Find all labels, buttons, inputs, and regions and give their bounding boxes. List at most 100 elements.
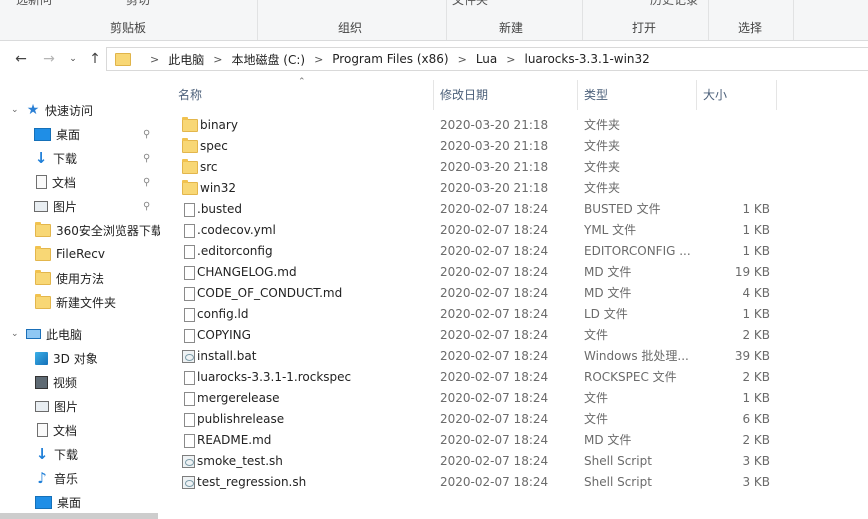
nav-item-music[interactable]: ♪ 音乐 xyxy=(0,467,160,489)
file-row[interactable]: .busted 2020-02-07 18:24 BUSTED 文件 1 KB xyxy=(162,199,868,220)
nav-quick-access[interactable]: ⌄ ★ 快速访问 xyxy=(0,99,160,121)
ribbon: 选新问 剪切 文件夹 历史记录 剪贴板 组织 新建 打开 选择 xyxy=(0,0,868,41)
chevron-down-icon[interactable]: ⌄ xyxy=(11,329,19,339)
file-icon xyxy=(184,307,195,322)
nav-item-desktop[interactable]: 桌面 ⚲ xyxy=(0,123,160,145)
file-name-cell[interactable]: .editorconfig xyxy=(182,241,438,262)
nav-item-usage[interactable]: 使用方法 xyxy=(0,267,160,289)
column-type[interactable]: 类型 xyxy=(578,80,697,110)
file-row[interactable]: CODE_OF_CONDUCT.md 2020-02-07 18:24 MD 文件 4… xyxy=(162,283,868,304)
group-select: 选择 xyxy=(738,21,763,35)
file-name: install.bat xyxy=(197,349,257,363)
file-name: publishrelease xyxy=(197,412,285,426)
file-name-cell[interactable]: .busted xyxy=(182,199,438,220)
column-size[interactable]: 大小 xyxy=(697,80,777,110)
ribbon-divider xyxy=(257,0,258,40)
nav-item-pc-pictures[interactable]: 图片 xyxy=(0,395,160,417)
file-row[interactable]: README.md 2020-02-07 18:24 MD 文件 2 KB xyxy=(162,430,868,451)
file-row[interactable]: CHANGELOG.md 2020-02-07 18:24 MD 文件 19 KB xyxy=(162,262,868,283)
folder-icon xyxy=(35,269,51,285)
file-name-cell[interactable]: COPYING xyxy=(182,325,438,346)
file-name-cell[interactable]: src xyxy=(182,157,438,178)
file-row[interactable]: smoke_test.sh 2020-02-07 18:24 Shell Scrip… xyxy=(162,451,868,472)
breadcrumb-chevron-icon[interactable]: > xyxy=(314,53,323,66)
nav-this-pc[interactable]: ⌄ 此电脑 xyxy=(0,323,160,345)
ribbon-new-folder-button[interactable]: 文件夹 xyxy=(452,0,488,8)
nav-item-pictures[interactable]: 图片 ⚲ xyxy=(0,195,160,217)
file-row[interactable]: .codecov.yml 2020-02-07 18:24 YML 文件 1 KB xyxy=(162,220,868,241)
nav-label: 此电脑 xyxy=(46,327,83,342)
chevron-down-icon[interactable]: ⌄ xyxy=(11,105,19,115)
file-date: 2020-02-07 18:24 xyxy=(440,433,549,447)
ribbon-cut-button[interactable]: 剪切 xyxy=(126,0,150,8)
folder-icon xyxy=(115,52,131,66)
nav-label: 视频 xyxy=(53,375,78,390)
file-row[interactable]: config.ld 2020-02-07 18:24 LD 文件 1 KB xyxy=(162,304,868,325)
ribbon-history-button[interactable]: 历史记录 xyxy=(650,0,698,8)
file-type: Windows 批处理... xyxy=(584,349,689,363)
file-row[interactable]: test_regression.sh 2020-02-07 18:24 Shell … xyxy=(162,472,868,493)
breadcrumb-local-disk[interactable]: 本地磁盘 (C:) xyxy=(231,51,305,68)
recent-locations-chevron-icon[interactable]: ⌄ xyxy=(64,49,82,69)
file-name-cell[interactable]: CODE_OF_CONDUCT.md xyxy=(182,283,438,304)
breadcrumb-program-files[interactable]: Program Files (x86) xyxy=(332,52,448,66)
breadcrumb-chevron-icon[interactable]: > xyxy=(213,53,222,66)
file-date: 2020-02-07 18:24 xyxy=(440,328,549,342)
breadcrumb-luarocks[interactable]: luarocks-3.3.1-win32 xyxy=(524,52,649,66)
breadcrumb-chevron-icon[interactable]: > xyxy=(150,53,159,66)
breadcrumb-chevron-icon[interactable]: > xyxy=(506,53,515,66)
nav-horizontal-scrollbar[interactable] xyxy=(0,513,158,519)
file-name-cell[interactable]: README.md xyxy=(182,430,438,451)
file-name-cell[interactable]: publishrelease xyxy=(182,409,438,430)
file-type: 文件夹 xyxy=(584,118,621,132)
address-bar[interactable]: > 此电脑 > 本地磁盘 (C:) > Program Files (x86) … xyxy=(106,47,868,71)
back-arrow-icon[interactable]: ← xyxy=(12,49,30,69)
file-row[interactable]: publishrelease 2020-02-07 18:24 文件 6 KB xyxy=(162,409,868,430)
column-header: ⌃ 名称 修改日期 类型 大小 xyxy=(162,77,868,110)
pictures-icon xyxy=(34,200,48,212)
file-type: MD 文件 xyxy=(584,265,632,279)
file-name-cell[interactable]: win32 xyxy=(182,178,438,199)
file-name: config.ld xyxy=(197,307,249,321)
file-icon xyxy=(184,370,195,385)
file-type: YML 文件 xyxy=(584,223,637,237)
file-row[interactable]: mergerelease 2020-02-07 18:24 文件 1 KB xyxy=(162,388,868,409)
breadcrumb-lua[interactable]: Lua xyxy=(476,52,497,66)
file-name-cell[interactable]: CHANGELOG.md xyxy=(182,262,438,283)
nav-item-360-downloads[interactable]: 360安全浏览器下载 xyxy=(0,219,160,241)
file-row[interactable]: .editorconfig 2020-02-07 18:24 EDITORCONFI… xyxy=(162,241,868,262)
nav-item-downloads[interactable]: ↓ 下载 ⚲ xyxy=(0,147,160,169)
file-name-cell[interactable]: config.ld xyxy=(182,304,438,325)
file-name-cell[interactable]: luarocks-3.3.1-1.rockspec xyxy=(182,367,438,388)
file-row[interactable]: win32 2020-03-20 21:18 文件夹 xyxy=(162,178,868,199)
forward-arrow-icon[interactable]: → xyxy=(40,49,58,69)
file-name-cell[interactable]: spec xyxy=(182,136,438,157)
file-row[interactable]: COPYING 2020-02-07 18:24 文件 2 KB xyxy=(162,325,868,346)
nav-item-documents[interactable]: 文档 ⚲ xyxy=(0,171,160,193)
nav-item-videos[interactable]: 视频 xyxy=(0,371,160,393)
file-row[interactable]: luarocks-3.3.1-1.rockspec 2020-02-07 18:2… xyxy=(162,367,868,388)
file-name-cell[interactable]: .codecov.yml xyxy=(182,220,438,241)
nav-item-3d-objects[interactable]: 3D 对象 xyxy=(0,347,160,369)
nav-item-pc-desktop[interactable]: 桌面 xyxy=(0,491,160,513)
file-name-cell[interactable]: smoke_test.sh xyxy=(182,451,438,472)
nav-item-pc-downloads[interactable]: ↓ 下载 xyxy=(0,443,160,465)
column-date-modified[interactable]: 修改日期 xyxy=(434,80,578,110)
group-organize: 组织 xyxy=(338,21,363,35)
file-row[interactable]: src 2020-03-20 21:18 文件夹 xyxy=(162,157,868,178)
breadcrumb-chevron-icon[interactable]: > xyxy=(458,53,467,66)
file-row[interactable]: binary 2020-03-20 21:18 文件夹 xyxy=(162,115,868,136)
nav-item-pc-documents[interactable]: 文档 xyxy=(0,419,160,441)
file-name-cell[interactable]: mergerelease xyxy=(182,388,438,409)
nav-item-filerecv[interactable]: FileRecv xyxy=(0,243,160,265)
file-row[interactable]: install.bat 2020-02-07 18:24 Windows 批处理..… xyxy=(162,346,868,367)
column-name[interactable]: 名称 xyxy=(172,80,434,110)
file-row[interactable]: spec 2020-03-20 21:18 文件夹 xyxy=(162,136,868,157)
file-name-cell[interactable]: install.bat xyxy=(182,346,438,367)
breadcrumb-this-pc[interactable]: 此电脑 xyxy=(168,51,204,68)
ribbon-clipped-label[interactable]: 选新问 xyxy=(16,0,52,8)
up-arrow-icon[interactable]: ↑ xyxy=(86,49,104,69)
file-name-cell[interactable]: binary xyxy=(182,115,438,136)
nav-item-new-folder[interactable]: 新建文件夹 xyxy=(0,291,160,313)
file-name-cell[interactable]: test_regression.sh xyxy=(182,472,438,493)
